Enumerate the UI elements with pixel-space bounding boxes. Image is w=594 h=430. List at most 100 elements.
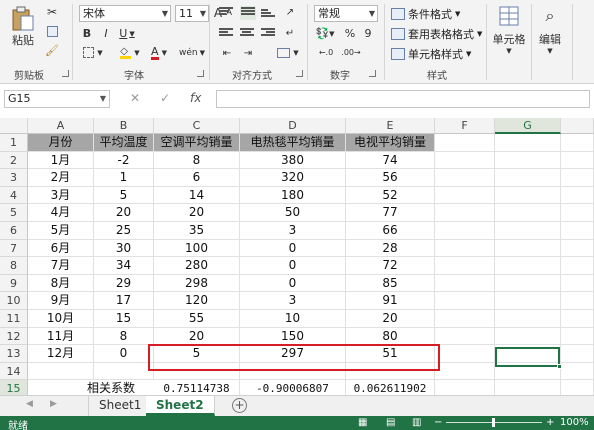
cell-g12[interactable] [495,327,561,346]
column-header-g[interactable]: G [495,118,561,134]
cell-e2[interactable]: 74 [346,151,435,170]
cell-d7[interactable]: 0 [240,239,346,258]
row-header-7[interactable]: 7 [0,239,28,258]
cell-b10[interactable]: 17 [94,292,154,310]
cell-a8[interactable]: 7月 [28,257,94,275]
cell-g6[interactable] [495,222,561,240]
fill-handle[interactable] [557,364,562,369]
correlation-e15[interactable]: 0.062611902 [346,380,435,395]
align-top-button[interactable] [219,7,233,18]
row-header-2[interactable]: 2 [0,151,28,170]
cell-a4[interactable]: 3月 [28,186,94,205]
cell-f10[interactable] [435,292,495,310]
cell-g5[interactable] [495,204,561,222]
cell-e5[interactable]: 77 [346,204,435,222]
border-button[interactable]: ▼ [79,45,107,60]
correlation-c15[interactable]: 0.75114738 [154,380,240,395]
merge-center-button[interactable]: ▼ [274,46,302,60]
row-header-15[interactable]: 15 [0,380,28,395]
format-as-table-button[interactable]: 套用表格格式 ▼ [391,26,482,42]
cancel-icon[interactable]: ✕ [130,91,140,105]
align-right-button[interactable] [261,28,275,39]
tab-sheet2[interactable]: Sheet2 [146,396,215,416]
underline-button[interactable]: U ▼ [117,26,137,41]
cell-c3[interactable]: 6 [154,169,240,187]
cell-c7[interactable]: 100 [154,239,240,258]
row-header-9[interactable]: 9 [0,274,28,293]
cell-g9[interactable] [495,274,561,293]
row-header-6[interactable]: 6 [0,222,28,240]
cell-e10[interactable]: 91 [346,292,435,310]
row-header-3[interactable]: 3 [0,169,28,187]
alignment-launcher[interactable] [296,70,303,77]
cell-b14[interactable] [94,362,154,381]
cell-f12[interactable] [435,327,495,346]
insert-function-button[interactable]: fx [190,91,201,105]
increase-indent-button[interactable]: ⇥ [240,46,256,60]
cell-f15[interactable] [435,380,495,395]
align-center-button[interactable] [240,28,254,39]
cell-c12[interactable]: 20 [154,327,240,346]
decrease-indent-button[interactable]: ⇤ [219,46,235,60]
header-cell-a1[interactable]: 月份 [28,134,94,152]
cell-b7[interactable]: 30 [94,239,154,258]
cell-a2[interactable]: 1月 [28,151,94,170]
cell-d3[interactable]: 320 [240,169,346,187]
cell-c8[interactable]: 280 [154,257,240,275]
header-cell-c1[interactable]: 空调平均销量 [154,134,240,152]
cell-b5[interactable]: 20 [94,204,154,222]
row-header-5[interactable]: 5 [0,204,28,222]
bold-button[interactable]: B [80,26,94,41]
cell-d9[interactable]: 0 [240,274,346,293]
header-cell-e1[interactable]: 电视平均销量 [346,134,435,152]
cell-g15[interactable] [495,380,561,395]
zoom-in-button[interactable]: + [546,417,554,428]
tab-scroll-left-icon[interactable]: ◀ [26,399,33,409]
cell-a9[interactable]: 8月 [28,274,94,293]
cell-d11[interactable]: 10 [240,310,346,328]
cell-g8[interactable] [495,257,561,275]
column-header-f[interactable]: F [435,118,495,134]
cell-c4[interactable]: 14 [154,186,240,205]
cell-styles-button[interactable]: 单元格样式 ▼ [391,46,471,62]
tab-scroll-right-icon[interactable]: ▶ [50,399,57,409]
font-size-combo[interactable]: 11 ▼ [175,5,209,22]
cell-c9[interactable]: 298 [154,274,240,293]
normal-view-icon[interactable]: ▦ [358,417,367,428]
name-box[interactable]: G15 ▼ [4,90,110,108]
row-header-14[interactable]: 14 [0,362,28,381]
cell-e7[interactable]: 28 [346,239,435,258]
selected-cell-g15[interactable] [495,347,562,369]
correlation-label-cell[interactable]: 相关系数 [28,380,154,395]
align-middle-button[interactable] [240,6,256,20]
cell-f6[interactable] [435,222,495,240]
cell-a7[interactable]: 6月 [28,239,94,258]
column-header-e[interactable]: E [346,118,435,134]
cell-f9[interactable] [435,274,495,293]
cell-a3[interactable]: 2月 [28,169,94,187]
italic-button[interactable]: I [99,26,113,41]
accounting-format-button[interactable]: 💱 ▼ [314,26,336,41]
cell-d2[interactable]: 380 [240,151,346,170]
column-header-b[interactable]: B [94,118,154,134]
cell-f3[interactable] [435,169,495,187]
cell-c5[interactable]: 20 [154,204,240,222]
phonetic-button[interactable]: wén ▼ [176,45,208,60]
cell-e12[interactable]: 80 [346,327,435,346]
page-layout-view-icon[interactable]: ▤ [386,417,395,428]
cell-g1[interactable] [495,134,561,152]
cell-a5[interactable]: 4月 [28,204,94,222]
cell-d8[interactable]: 0 [240,257,346,275]
copy-button[interactable] [44,24,60,38]
header-cell-b1[interactable]: 平均温度 [94,134,154,152]
cell-f2[interactable] [435,151,495,170]
cell-e6[interactable]: 66 [346,222,435,240]
paste-button[interactable]: 粘贴 [6,4,40,50]
cells-button[interactable]: 单元格 ▼ [489,4,529,56]
tab-sheet1[interactable]: Sheet1 [88,396,153,416]
cell-f8[interactable] [435,257,495,275]
add-sheet-button[interactable]: + [232,398,247,413]
number-format-combo[interactable]: 常规 ▼ [314,5,378,22]
correlation-d15[interactable]: -0.90006807 [240,380,346,395]
header-cell-d1[interactable]: 电热毯平均销量 [240,134,346,152]
